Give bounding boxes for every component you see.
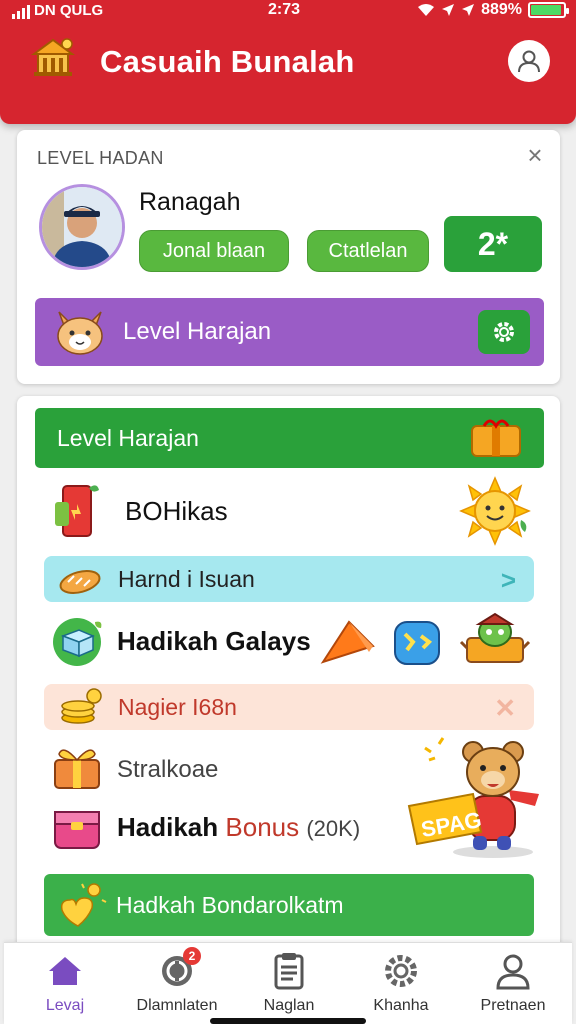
rewards-card: Level Harajan BOHikas Harnd i Isuan > Ha… xyxy=(17,396,560,956)
row-hadikah-main: Hadikah xyxy=(117,812,219,842)
orange-slice-icon xyxy=(320,620,375,664)
coin-icon: 2 xyxy=(157,947,201,991)
wifi-icon xyxy=(418,4,435,16)
card-heading: LEVEL HADAN xyxy=(37,148,164,168)
row-bonus-suffix: (20K) xyxy=(306,816,361,841)
bottom-nav: Levaj 2 Dlamnlaten Naglan Khanha Pretnae… xyxy=(4,942,572,1024)
rewards-header[interactable]: Level Harajan xyxy=(35,408,544,468)
location-icon-2 xyxy=(462,4,475,16)
sun-icon xyxy=(459,476,531,546)
level-bar-label: Level Harajan xyxy=(123,318,272,345)
nav-label-khanha: Khanha xyxy=(373,997,429,1014)
band-nagier-label: Nagier I68n xyxy=(118,694,237,720)
home-indicator xyxy=(210,1018,366,1024)
avatar-photo xyxy=(42,187,122,267)
band-harnd-label: Harnd i Isuan xyxy=(118,566,255,592)
book-icon xyxy=(53,618,102,666)
gear-icon xyxy=(494,322,514,342)
app-header: DN QULG 2:73 889% Casuaih Bunalah xyxy=(0,0,576,124)
bread-icon xyxy=(59,570,101,594)
nav-item-dlamnlaten[interactable]: 2 Dlamnlaten xyxy=(122,947,232,1023)
user-icon xyxy=(518,50,540,73)
level-bar[interactable]: Level Harajan xyxy=(35,298,544,366)
app-title: Casuaih Bunalah xyxy=(100,44,355,79)
nav-item-levaj[interactable]: Levaj xyxy=(10,951,120,1023)
close-icon[interactable]: ✕ xyxy=(494,693,516,724)
gear-icon xyxy=(381,951,421,991)
bag-icon xyxy=(54,811,100,849)
rewards-header-label: Level Harajan xyxy=(57,425,199,451)
clipboard-icon xyxy=(269,951,309,991)
row-bohikas[interactable]: BOHikas xyxy=(125,496,228,527)
user-name: Ranagah xyxy=(139,188,241,216)
signal-icon xyxy=(12,5,30,19)
nav-label-pretnaen: Pretnaen xyxy=(480,997,546,1014)
chevron-right-icon: > xyxy=(500,565,516,595)
home-logo-icon xyxy=(30,38,76,76)
coins-icon xyxy=(61,688,102,724)
join-button[interactable]: Jonal blaan xyxy=(139,230,289,272)
status-bar: DN QULG 2:73 889% xyxy=(0,0,576,24)
level-badge[interactable]: 2* xyxy=(444,216,542,272)
bonus-footer-label: Hadkah Bondarolkatm xyxy=(116,892,344,918)
gem-icon xyxy=(394,621,440,665)
carrier-name: DN QULG xyxy=(34,2,104,19)
band-nagier[interactable]: Nagier I68n ✕ xyxy=(44,684,534,730)
create-button[interactable]: Ctatlelan xyxy=(307,230,429,272)
status-time: 2:73 xyxy=(268,1,301,18)
close-icon[interactable]: × xyxy=(524,142,546,168)
nav-item-naglan[interactable]: Naglan xyxy=(234,951,344,1023)
battery-icon xyxy=(528,2,569,18)
treasure-box-icon xyxy=(471,419,521,457)
gift-icon xyxy=(54,749,100,789)
notification-badge: 2 xyxy=(183,947,201,965)
row-bonus-accent: Bonus xyxy=(225,812,300,842)
robot-mascot-icon xyxy=(459,612,531,663)
phone-reward-icon xyxy=(55,485,99,537)
cat-mascot-icon xyxy=(57,311,103,355)
nav-label-levaj: Levaj xyxy=(45,997,85,1014)
band-harnd[interactable]: Harnd i Isuan > xyxy=(44,556,534,602)
battery-percent: 889% xyxy=(481,1,522,18)
settings-button[interactable] xyxy=(478,310,530,354)
row-stralkoae[interactable]: Stralkoae xyxy=(117,756,218,784)
nav-label-dlamnlaten: Dlamnlaten xyxy=(136,997,218,1014)
nav-label-naglan: Naglan xyxy=(263,997,315,1014)
home-icon xyxy=(45,951,85,991)
bonus-footer-button[interactable]: Hadkah Bondarolkatm xyxy=(44,874,534,936)
profile-card: LEVEL HADAN × Ranagah Jonal blaan Ctatle… xyxy=(17,130,560,384)
heart-icon xyxy=(60,883,107,927)
nav-item-pretnaen[interactable]: Pretnaen xyxy=(458,951,568,1023)
row-hadikah-galays[interactable]: Hadikah Galays xyxy=(117,626,311,657)
row-hadikah-bonus[interactable]: Hadikah Bonus (20K) xyxy=(117,812,360,843)
profile-button[interactable] xyxy=(508,40,550,82)
location-icon xyxy=(442,4,455,16)
avatar[interactable] xyxy=(39,184,125,270)
user-icon xyxy=(493,951,533,991)
bear-mascot-icon xyxy=(407,737,539,858)
nav-item-khanha[interactable]: Khanha xyxy=(346,951,456,1023)
